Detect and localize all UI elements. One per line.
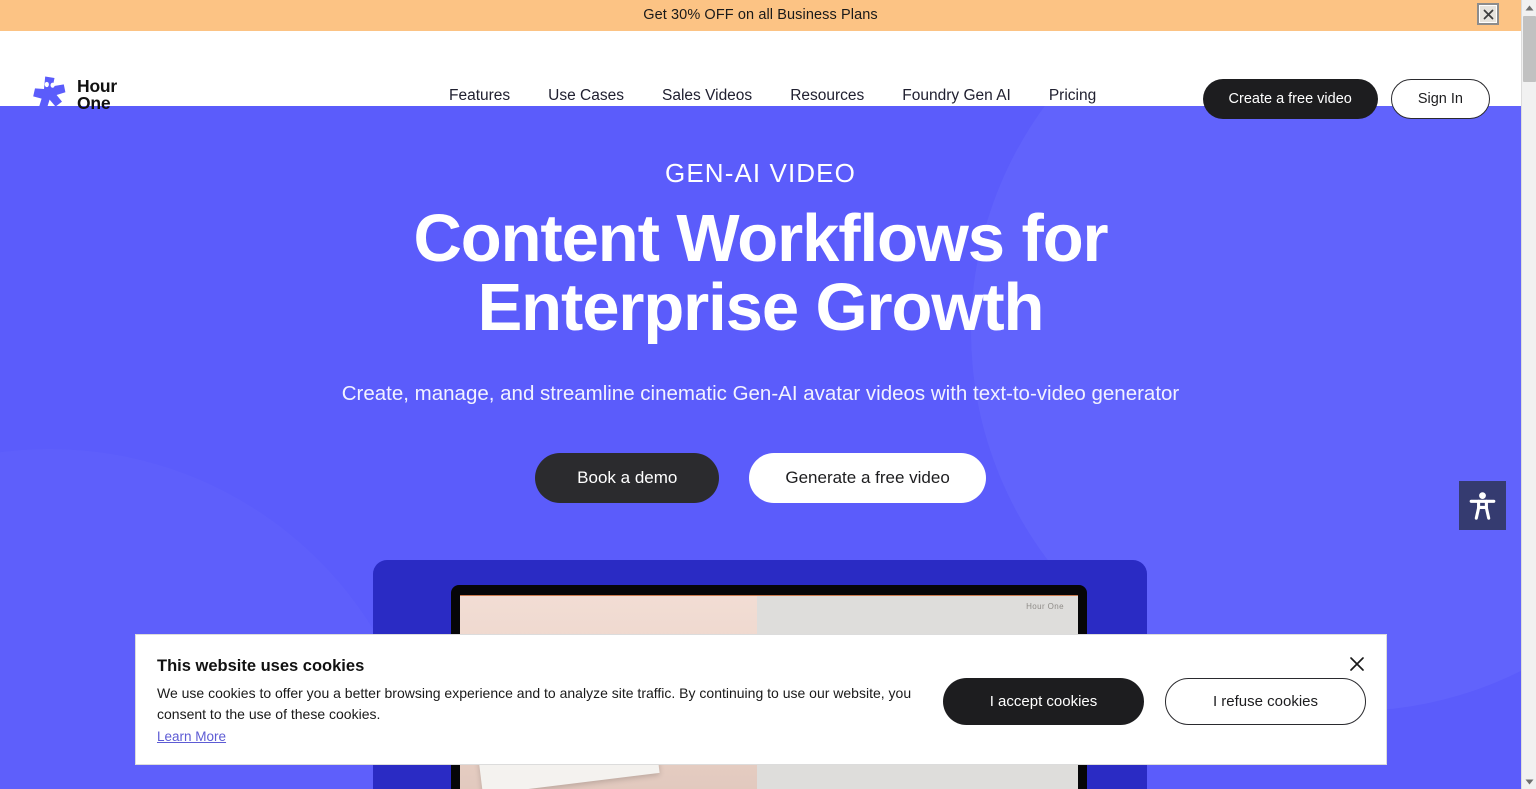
nav-item-resources[interactable]: Resources [790,87,864,105]
cookie-banner-close-button[interactable] [1346,653,1368,675]
promo-banner-close-button[interactable] [1477,3,1499,25]
cookie-banner-title: This website uses cookies [157,657,365,675]
accessibility-widget-button[interactable] [1459,481,1506,530]
hero-title-line-1: Content Workflows for [413,200,1108,276]
cookie-consent-banner: This website uses cookies We use cookies… [135,634,1387,765]
nav-item-foundry-gen-ai[interactable]: Foundry Gen AI [902,87,1011,105]
main-navigation: Features Use Cases Sales Videos Resource… [449,87,1096,105]
chevron-up-icon [1525,5,1534,10]
generate-free-video-button[interactable]: Generate a free video [749,452,986,503]
sign-in-button[interactable]: Sign In [1390,79,1490,119]
nav-item-use-cases[interactable]: Use Cases [548,87,624,105]
create-free-video-button[interactable]: Create a free video [1202,79,1378,119]
hero-eyebrow: GEN-AI VIDEO [665,158,856,188]
cookie-banner-text-block: This website uses cookies We use cookies… [157,657,957,746]
hour-one-star-icon [33,76,66,113]
nav-item-features[interactable]: Features [449,87,510,105]
browser-page: Get 30% OFF on all Business Plans Hour O… [0,0,1536,789]
cookie-banner-actions: I accept cookies I refuse cookies [943,678,1366,725]
book-a-demo-button[interactable]: Book a demo [535,452,720,503]
accept-cookies-button[interactable]: I accept cookies [943,678,1144,725]
hero-title: Content Workflows for Enterprise Growth [0,204,1521,342]
hero-subtitle: Create, manage, and streamline cinematic… [341,381,1180,405]
hero-cta-group: Book a demo Generate a free video [0,452,1521,503]
accessibility-icon [1469,492,1496,520]
page-scrollbar[interactable] [1521,0,1536,789]
nav-item-sales-videos[interactable]: Sales Videos [662,87,752,105]
cookie-learn-more-link[interactable]: Learn More [157,729,226,744]
nav-item-pricing[interactable]: Pricing [1049,87,1096,105]
promo-banner: Get 30% OFF on all Business Plans [0,0,1521,31]
logo-line-2: One [77,93,111,113]
close-icon [1350,657,1364,671]
site-logo[interactable]: Hour One [32,75,117,115]
scrollbar-thumb[interactable] [1523,16,1536,82]
hero-content: GEN-AI VIDEO Content Workflows for Enter… [0,106,1521,503]
site-header: Hour One Features Use Cases Sales Videos… [0,31,1521,119]
scrollbar-up-arrow[interactable] [1522,0,1536,15]
mockup-watermark: Hour One [1026,602,1064,611]
close-icon [1483,9,1493,19]
hero-title-line-2: Enterprise Growth [477,269,1045,345]
refuse-cookies-button[interactable]: I refuse cookies [1165,678,1366,725]
logo-wordmark: Hour One [77,78,117,113]
promo-banner-text: Get 30% OFF on all Business Plans [643,7,878,24]
page-viewport: Get 30% OFF on all Business Plans Hour O… [0,0,1521,789]
header-actions: Create a free video Sign In [1202,79,1490,119]
chevron-down-icon [1525,779,1534,784]
scrollbar-down-arrow[interactable] [1522,774,1536,789]
cookie-banner-body: We use cookies to offer you a better bro… [157,684,912,723]
